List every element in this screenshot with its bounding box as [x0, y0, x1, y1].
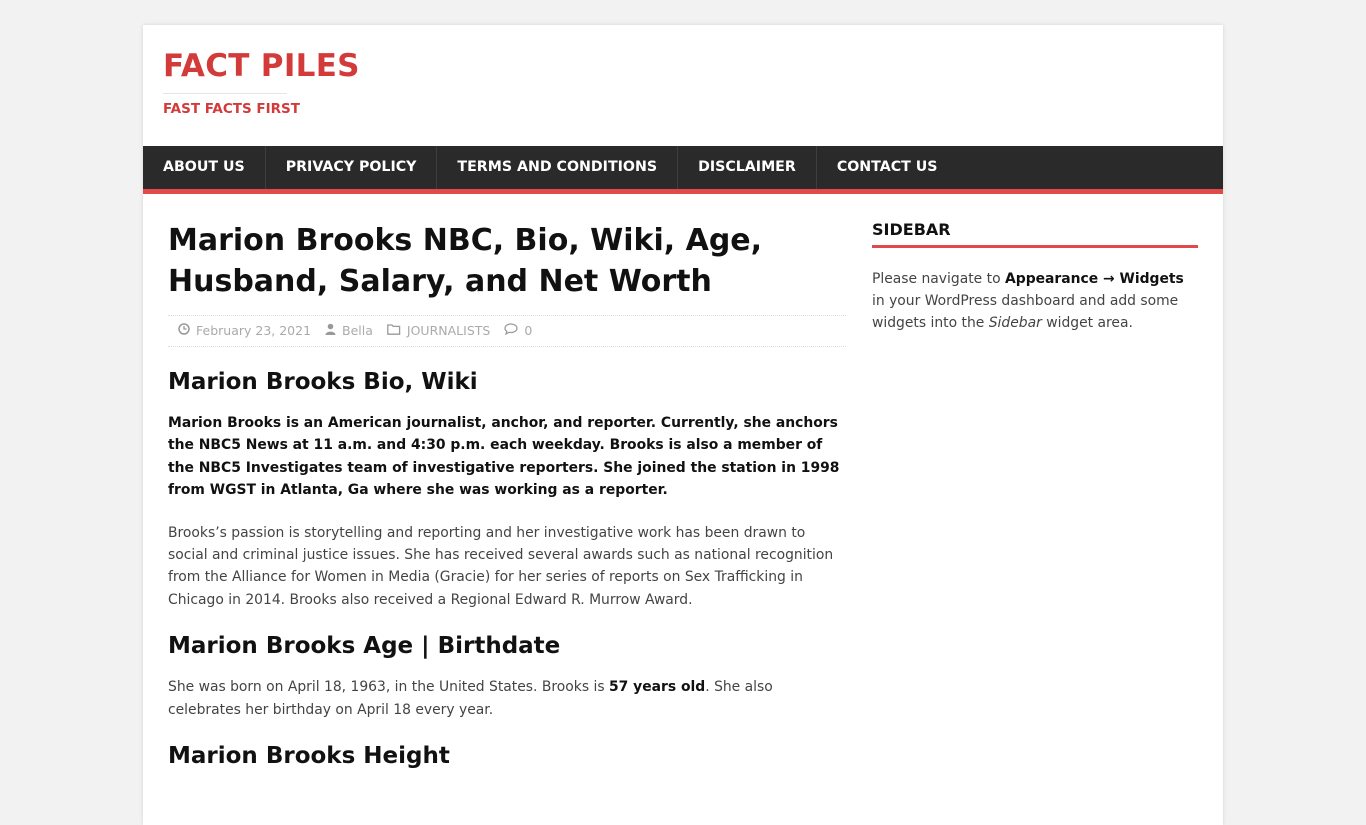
- age-heading: Marion Brooks Age | Birthdate: [168, 633, 561, 660]
- age-text-before: She was born on April 18, 1963, in the U…: [168, 679, 610, 696]
- sidebar-italic-sidebar: Sidebar: [988, 315, 1042, 331]
- post-date-text[interactable]: February 23, 2021: [196, 316, 311, 346]
- comment-icon: [504, 316, 518, 346]
- post-author: Bella: [325, 316, 373, 346]
- post-comments: 0: [504, 316, 532, 346]
- post-content: Marion Brooks NBC, Bio, Wiki, Age, Husba…: [168, 220, 846, 771]
- sidebar-text-3: widget area.: [1041, 315, 1133, 331]
- nav-item-privacy-policy[interactable]: PRIVACY POLICY: [266, 146, 438, 189]
- nav-item-about-us[interactable]: ABOUT US: [143, 146, 266, 189]
- post-author-text[interactable]: Bella: [342, 316, 373, 346]
- folder-icon: [387, 316, 401, 346]
- post-category: JOURNALISTS: [387, 316, 490, 346]
- site-tagline: FAST FACTS FIRST: [163, 93, 300, 117]
- user-icon: [325, 316, 336, 346]
- post-date: February 23, 2021: [178, 316, 311, 346]
- nav-item-contact-us[interactable]: CONTACT US: [817, 146, 958, 189]
- nav-item-terms-and-conditions[interactable]: TERMS AND CONDITIONS: [437, 146, 679, 189]
- bio-heading: Marion Brooks Bio, Wiki: [168, 369, 478, 395]
- nav-item-disclaimer[interactable]: DISCLAIMER: [678, 146, 817, 189]
- bio-body-paragraph: Brooks’s passion is storytelling and rep…: [168, 524, 834, 608]
- sidebar-text-1: Please navigate to: [872, 271, 1005, 287]
- sidebar-bold-appearance-widgets: Appearance → Widgets: [1005, 271, 1184, 287]
- post-title: Marion Brooks NBC, Bio, Wiki, Age, Husba…: [168, 223, 763, 299]
- post-comments-count[interactable]: 0: [524, 316, 532, 346]
- post-meta: February 23, 2021 Bella JOURNALISTS 0: [168, 315, 846, 347]
- post-category-text[interactable]: JOURNALISTS: [407, 316, 490, 346]
- clock-icon: [178, 316, 190, 346]
- page-container: FACT PILES FAST FACTS FIRST ABOUT US PRI…: [143, 25, 1223, 825]
- sidebar: SIDEBAR Please navigate to Appearance → …: [872, 220, 1198, 334]
- main-navigation: ABOUT US PRIVACY POLICY TERMS AND CONDIT…: [143, 146, 1223, 194]
- sidebar-title: SIDEBAR: [872, 220, 1198, 248]
- bio-intro-paragraph: Marion Brooks is an American journalist,…: [168, 415, 840, 499]
- age-bold: 57 years old: [609, 679, 706, 696]
- site-title[interactable]: FACT PILES: [163, 47, 360, 85]
- height-heading: Marion Brooks Height: [168, 743, 450, 770]
- site-branding: FACT PILES FAST FACTS FIRST: [163, 47, 360, 117]
- sidebar-widget-text: Please navigate to Appearance → Widgets …: [872, 268, 1198, 334]
- age-paragraph: She was born on April 18, 1963, in the U…: [168, 676, 846, 721]
